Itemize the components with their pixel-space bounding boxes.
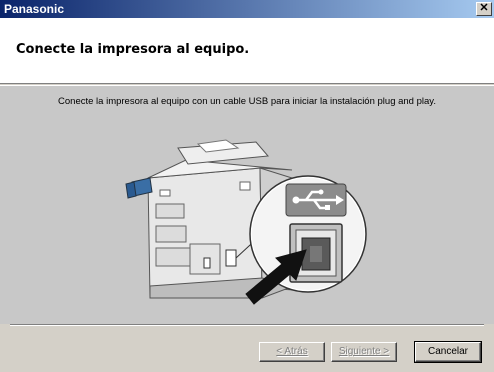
usb-zoom-circle xyxy=(249,175,367,293)
cancel-button[interactable]: Cancelar xyxy=(414,341,482,363)
cancel-button-label: Cancelar xyxy=(427,346,469,357)
back-button[interactable]: < Atrás xyxy=(259,342,325,362)
wizard-header: Conecte la impresora al equipo. xyxy=(0,18,494,84)
page-title: Conecte la impresora al equipo. xyxy=(16,42,250,57)
window-title: Panasonic xyxy=(4,2,65,16)
close-icon: ✕ xyxy=(479,2,489,14)
next-button-label: Siguiente > xyxy=(338,346,390,357)
back-button-label: < Atrás xyxy=(276,346,308,357)
close-button[interactable]: ✕ xyxy=(476,2,492,16)
title-bar: Panasonic ✕ xyxy=(0,0,494,18)
next-button[interactable]: Siguiente > xyxy=(331,342,397,362)
usb-symbol-icon xyxy=(285,183,347,217)
connection-illustration xyxy=(125,139,367,305)
wizard-content: Conecte la impresora al equipo con un ca… xyxy=(0,86,494,324)
instruction-text: Conecte la impresora al equipo con un ca… xyxy=(58,96,436,107)
